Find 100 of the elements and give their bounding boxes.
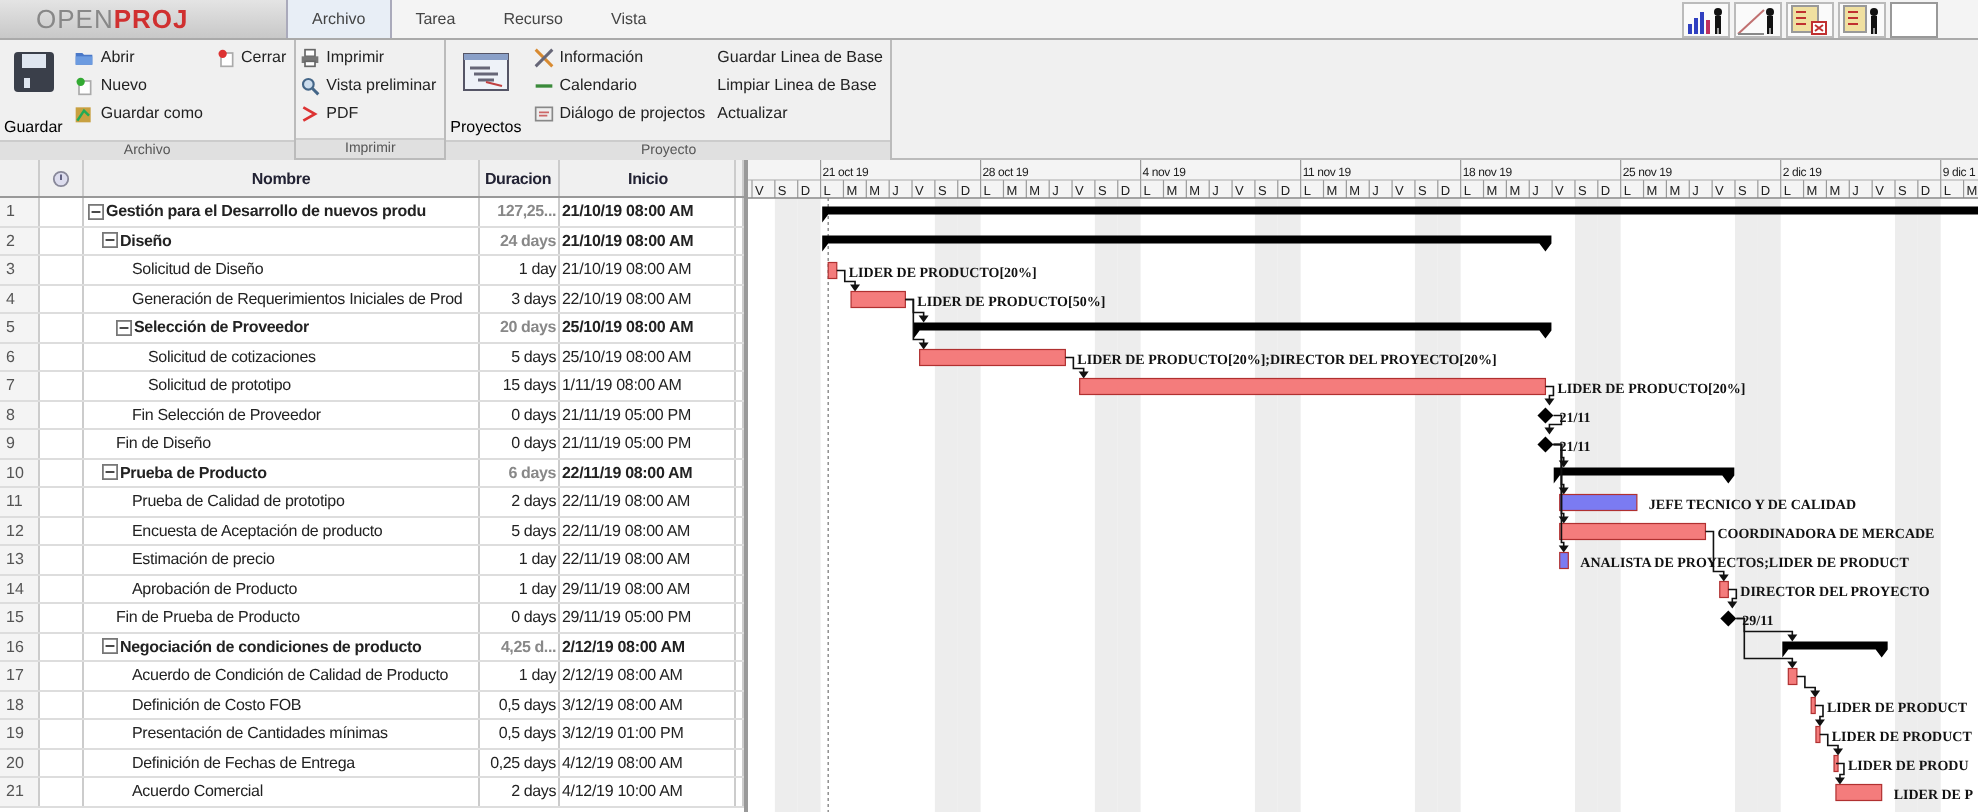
duration-cell: 4,25 d... [480, 633, 560, 660]
task-name: Encuesta de Aceptación de producto [132, 521, 383, 540]
duration-cell: 24 days [480, 227, 560, 254]
ribbon-tab[interactable]: Archivo [286, 0, 392, 38]
duration-cell: 1 day [480, 662, 560, 689]
ribbon-button[interactable]: Proyectos [450, 44, 522, 140]
start-date-cell: 3/12/19 08:00 AM [560, 691, 736, 718]
duration-cell: 0 days [480, 604, 560, 631]
column-header[interactable]: Inicio [560, 160, 736, 196]
row-number: 21 [0, 778, 40, 805]
row-number: 8 [0, 401, 40, 428]
start-date-cell: 21/10/19 08:00 AM [560, 198, 736, 225]
ribbon-button[interactable]: Actualizar [717, 100, 883, 126]
collapse-toggle-icon[interactable] [88, 203, 104, 220]
row-number: 7 [0, 372, 40, 399]
start-date-cell: 22/10/19 08:00 AM [560, 285, 736, 312]
start-date-cell: 21/10/19 08:00 AM [560, 227, 736, 254]
start-date-cell: 22/11/19 08:00 AM [560, 546, 736, 573]
task-name: Acuerdo Comercial [132, 782, 263, 801]
table-person-icon[interactable] [1838, 1, 1886, 37]
view-selector-field[interactable] [1890, 1, 1938, 37]
duration-cell: 5 days [480, 343, 560, 370]
duration-cell: 3 days [480, 285, 560, 312]
indicator-icon [52, 169, 70, 187]
collapse-toggle-icon[interactable] [116, 319, 132, 336]
task-name: Fin de Prueba de Producto [116, 608, 300, 627]
collapse-toggle-icon[interactable] [102, 638, 118, 655]
ribbon-button[interactable]: Guardar [4, 44, 63, 140]
start-date-cell: 2/12/19 08:00 AM [560, 662, 736, 689]
ribbon-button[interactable]: Vista preliminar [300, 72, 437, 98]
milestone-marker [1720, 610, 1737, 627]
column-header[interactable]: Nombre [84, 160, 480, 196]
task-name: Solicitud de prototipo [148, 376, 291, 395]
ribbon-tab[interactable]: Tarea [391, 0, 480, 38]
start-date-cell: 29/11/19 08:00 AM [560, 575, 736, 602]
duration-cell: 15 days [480, 372, 560, 399]
ribbon-button[interactable]: Nuevo [74, 72, 203, 98]
task-name: Fin Selección de Proveedor [132, 405, 321, 424]
start-date-cell: 22/11/19 08:00 AM [560, 517, 736, 544]
start-date-cell: 4/12/19 10:00 AM [560, 778, 736, 805]
magnifier-icon [300, 75, 321, 95]
start-date-cell: 3/12/19 01:00 PM [560, 720, 736, 747]
ribbon-button[interactable]: Cerrar [215, 44, 287, 70]
ribbon-button[interactable]: Imprimir [300, 44, 437, 70]
start-date-cell: 25/10/19 08:00 AM [560, 314, 736, 341]
task-name: Gestión para el Desarrollo de nuevos produ [106, 202, 426, 221]
duration-cell: 0,5 days [480, 720, 560, 747]
row-number: 10 [0, 459, 40, 486]
start-date-cell: 4/12/19 08:00 AM [560, 749, 736, 776]
duration-cell: 0,25 days [480, 749, 560, 776]
collapse-toggle-icon[interactable] [102, 464, 118, 481]
start-date-cell: 21/11/19 05:00 PM [560, 401, 736, 428]
start-date-cell: 2/12/19 08:00 AM [560, 633, 736, 660]
duration-cell: 2 days [480, 778, 560, 805]
tools-icon [533, 47, 554, 67]
ribbon-button[interactable]: Limpiar Linea de Base [717, 72, 883, 98]
start-date-cell: 21/11/19 05:00 PM [560, 430, 736, 457]
task-name: Estimación de precio [132, 550, 275, 569]
ribbon-button[interactable]: Abrir [74, 44, 203, 70]
ribbon-tab[interactable]: Vista [587, 0, 671, 38]
duration-cell: 1 day [480, 575, 560, 602]
histogram-icon[interactable] [1682, 1, 1730, 37]
row-number: 11 [0, 488, 40, 515]
ribbon-tab[interactable]: Recurso [479, 0, 587, 38]
start-date-cell: 22/11/19 08:00 AM [560, 459, 736, 486]
window-chart-icon [461, 48, 510, 96]
ribbon-button[interactable]: Guardar como [74, 100, 203, 126]
logo-text: OPEN [36, 4, 114, 34]
task-name: Negociación de condiciones de producto [120, 637, 422, 656]
milestone-marker [1537, 407, 1554, 424]
duration-cell: 0 days [480, 430, 560, 457]
ribbon-button[interactable]: Calendario [533, 72, 706, 98]
column-header[interactable]: Duracion [480, 160, 560, 196]
line-chart-icon[interactable] [1734, 1, 1782, 37]
row-number: 14 [0, 575, 40, 602]
duration-cell: 0,5 days [480, 691, 560, 718]
duration-cell: 0 days [480, 401, 560, 428]
collapse-toggle-icon[interactable] [102, 232, 118, 249]
row-number: 17 [0, 662, 40, 689]
task-name: Solicitud de Diseño [132, 260, 264, 279]
row-number: 9 [0, 430, 40, 457]
duration-cell: 5 days [480, 517, 560, 544]
task-name: Prueba de Calidad de prototipo [132, 492, 345, 511]
ribbon-button[interactable]: Información [533, 44, 706, 70]
task-name: Acuerdo de Condición de Calidad de Producto [132, 666, 449, 685]
ribbon-button[interactable]: PDF [300, 100, 437, 126]
duration-cell: 1 day [480, 546, 560, 573]
task-name: Aprobación de Producto [132, 579, 298, 598]
table-delete-icon[interactable] [1786, 1, 1834, 37]
row-number: 18 [0, 691, 40, 718]
task-name: Prueba de Producto [120, 463, 267, 482]
task-name: Generación de Requerimientos Iniciales de Prod [132, 289, 463, 308]
ribbon-button[interactable]: Guardar Linea de Base [717, 44, 883, 70]
ribbon-button[interactable]: Diálogo de projectos [533, 100, 706, 126]
row-number: 12 [0, 517, 40, 544]
duration-cell: 6 days [480, 459, 560, 486]
task-name: Diseño [120, 231, 172, 250]
row-number: 3 [0, 256, 40, 283]
row-number: 6 [0, 343, 40, 370]
row-number: 2 [0, 227, 40, 254]
